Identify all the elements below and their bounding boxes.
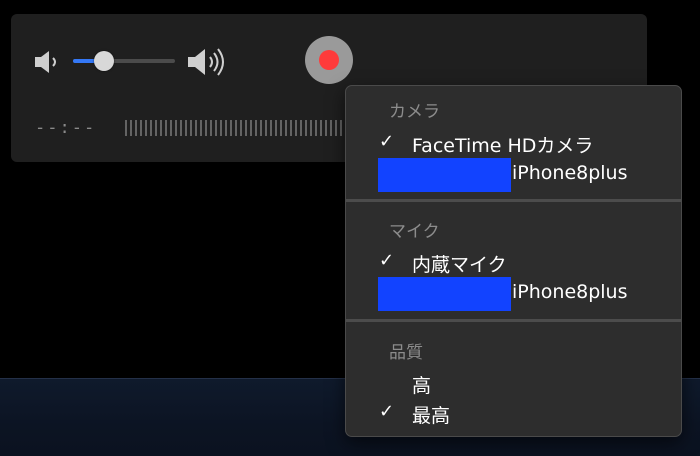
quality-section-header: 品質	[389, 343, 423, 363]
quality-option-label: 最高	[412, 405, 451, 427]
volume-slider-knob[interactable]	[93, 51, 114, 71]
quality-option-label: 高	[412, 375, 432, 397]
redaction-box	[378, 277, 511, 311]
camera-option-facetime[interactable]: ✓ FaceTime HDカメラ	[346, 129, 681, 159]
source-menu: カメラ ✓ FaceTime HDカメラ iPhone8plus マイク ✓ 内…	[345, 85, 682, 437]
camera-option-iphone[interactable]: iPhone8plus	[346, 158, 681, 192]
redaction-box	[378, 158, 511, 192]
camera-section-header: カメラ	[389, 102, 440, 122]
check-icon: ✓	[379, 401, 395, 422]
mic-option-iphone[interactable]: iPhone8plus	[346, 277, 681, 311]
time-display: --:--	[35, 118, 97, 138]
speaker-low-icon[interactable]	[33, 50, 63, 74]
speaker-high-icon[interactable]	[186, 46, 234, 78]
mic-section-header: マイク	[389, 222, 440, 242]
camera-option-label: iPhone8plus	[512, 162, 628, 184]
mic-option-builtin[interactable]: ✓ 内蔵マイク	[346, 248, 681, 278]
camera-option-label: FaceTime HDカメラ	[412, 135, 594, 157]
check-icon: ✓	[379, 250, 395, 271]
quality-option-max[interactable]: ✓ 最高	[346, 399, 681, 429]
check-icon: ✓	[379, 131, 395, 152]
audio-level-meter	[125, 120, 355, 136]
menu-separator	[346, 199, 681, 202]
record-icon	[319, 50, 339, 70]
mic-option-label: iPhone8plus	[512, 281, 628, 303]
volume-slider[interactable]	[73, 51, 175, 71]
quality-option-high[interactable]: 高	[346, 369, 681, 399]
mic-option-label: 内蔵マイク	[412, 254, 507, 276]
record-button[interactable]	[305, 36, 353, 84]
menu-separator	[346, 319, 681, 322]
